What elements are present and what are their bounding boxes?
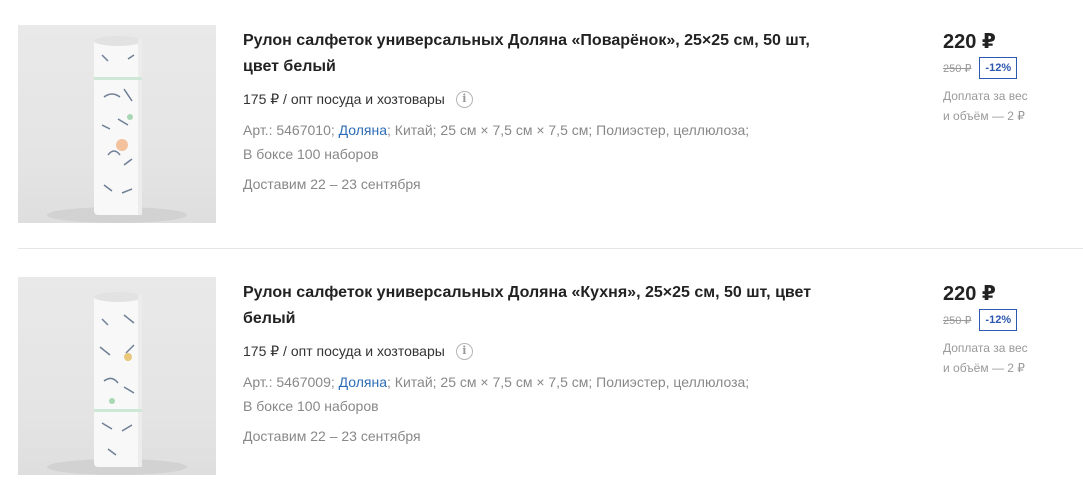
opt-price: 175 ₽ / опт посуда и хозтовары <box>243 90 445 107</box>
old-price: 250 ₽ <box>943 62 972 75</box>
product-card: Рулон салфеток универсальных Доляна «Кух… <box>0 252 1083 476</box>
product-info: Рулон салфеток универсальных Доляна «Кух… <box>243 280 843 444</box>
old-price: 250 ₽ <box>943 314 972 327</box>
product-specs: ; Китай; 25 см × 7,5 см × 7,5 см; Полиэс… <box>387 374 750 390</box>
opt-price-row: 175 ₽ / опт посуда и хозтовары i <box>243 340 843 362</box>
price-block: 220 ₽ 250 ₽ -12% Доплата за вес и объём … <box>943 282 1073 378</box>
current-price: 220 ₽ <box>943 283 996 305</box>
product-image[interactable] <box>18 25 216 223</box>
old-price-row: 250 ₽ -12% <box>943 308 1073 332</box>
article-number: Арт.: 5467009; <box>243 374 335 390</box>
product-specs: ; Китай; 25 см × 7,5 см × 7,5 см; Полиэс… <box>387 122 750 138</box>
article-number: Арт.: 5467010; <box>243 122 335 138</box>
opt-price: 175 ₽ / опт посуда и хозтовары <box>243 342 445 359</box>
discount-badge: -12% <box>979 309 1018 331</box>
paper-roll-icon <box>47 292 187 475</box>
brand-link[interactable]: Доляна <box>339 122 387 138</box>
info-icon[interactable]: i <box>455 90 473 108</box>
box-quantity: В боксе 100 наборов <box>243 146 379 162</box>
old-price-row: 250 ₽ -12% <box>943 56 1073 80</box>
discount-badge: -12% <box>979 57 1018 79</box>
paper-roll-icon <box>47 36 187 223</box>
surcharge-note: Доплата за вес и объём — 2 ₽ <box>943 86 1073 126</box>
product-info: Рулон салфеток универсальных Доляна «Пов… <box>243 28 843 192</box>
product-image[interactable] <box>18 277 216 475</box>
surcharge-line-2: и объём — 2 ₽ <box>943 361 1025 375</box>
brand-link[interactable]: Доляна <box>339 374 387 390</box>
surcharge-note: Доплата за вес и объём — 2 ₽ <box>943 338 1073 378</box>
product-card: Рулон салфеток универсальных Доляна «Пов… <box>0 0 1083 224</box>
surcharge-line-1: Доплата за вес <box>943 89 1028 103</box>
divider <box>18 248 1083 249</box>
product-meta: Арт.: 5467010; Доляна; Китай; 25 см × 7,… <box>243 118 803 166</box>
delivery-date: Доставим 22 – 23 сентября <box>243 176 421 192</box>
surcharge-line-2: и объём — 2 ₽ <box>943 109 1025 123</box>
price-block: 220 ₽ 250 ₽ -12% Доплата за вес и объём … <box>943 30 1073 126</box>
opt-price-row: 175 ₽ / опт посуда и хозтовары i <box>243 88 843 110</box>
delivery-date: Доставим 22 – 23 сентября <box>243 428 421 444</box>
current-price: 220 ₽ <box>943 31 996 53</box>
product-title-link[interactable]: Рулон салфеток универсальных Доляна «Пов… <box>243 28 833 80</box>
product-meta: Арт.: 5467009; Доляна; Китай; 25 см × 7,… <box>243 370 803 418</box>
product-title-link[interactable]: Рулон салфеток универсальных Доляна «Кух… <box>243 280 833 332</box>
surcharge-line-1: Доплата за вес <box>943 341 1028 355</box>
box-quantity: В боксе 100 наборов <box>243 398 379 414</box>
info-icon[interactable]: i <box>455 342 473 360</box>
